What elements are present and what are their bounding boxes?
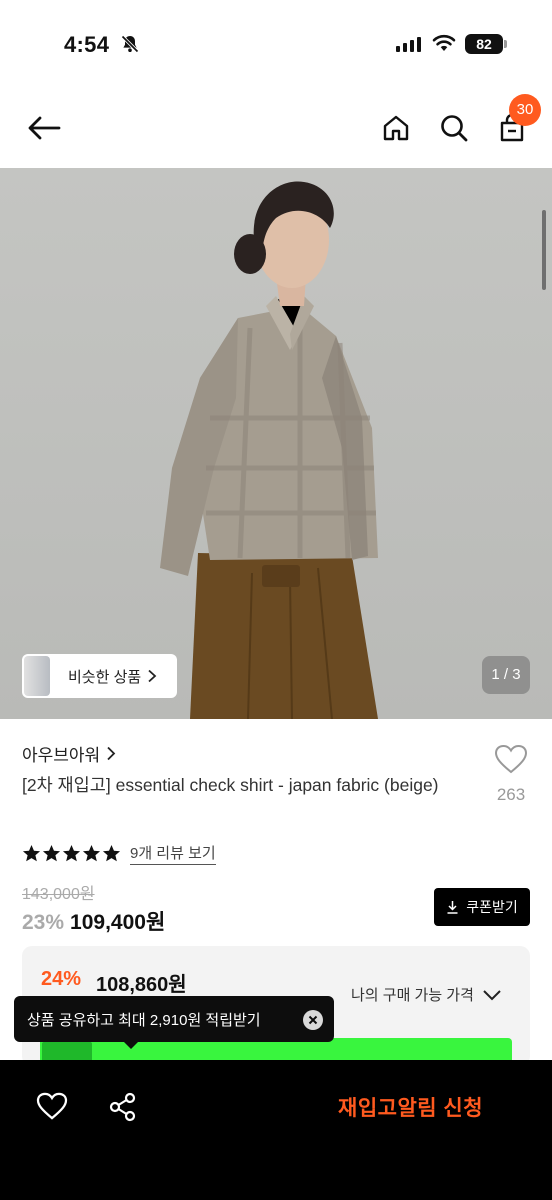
chevron-right-icon (148, 669, 157, 683)
star-icon (42, 844, 61, 862)
product-photo (160, 181, 378, 719)
bottom-action-bar: 재입고알림 신청 (0, 1060, 552, 1200)
image-scrollbar[interactable] (542, 210, 546, 290)
image-counter: 1 / 3 (482, 656, 530, 694)
chevron-down-icon (483, 989, 501, 1000)
share-icon (109, 1092, 136, 1122)
signal-icon (396, 36, 421, 52)
status-bar: 4:54 82 (0, 0, 552, 90)
star-icon (62, 844, 81, 862)
nav-header (0, 90, 552, 168)
cart-count-badge: 30 (509, 94, 541, 126)
brand-name: 아우브아워 (22, 746, 101, 765)
my-price-value: 108,860원 (96, 974, 187, 996)
home-button[interactable] (376, 108, 416, 148)
star-icon (82, 844, 101, 862)
back-button[interactable] (24, 108, 64, 148)
price-row: 23% 109,400원 (22, 906, 165, 936)
back-arrow-icon (28, 116, 61, 140)
star-rating (22, 844, 121, 863)
coupon-label: 쿠폰받기 (466, 899, 518, 915)
product-image[interactable]: 비슷한 상품 1 / 3 (0, 168, 552, 719)
brand-link[interactable]: 아우브아워 (22, 741, 116, 766)
battery-indicator: 82 (465, 34, 507, 54)
restock-alert-button[interactable]: 재입고알림 신청 (338, 1092, 483, 1122)
original-price: 143,000원 (22, 886, 95, 903)
discount-rate: 23% (22, 911, 65, 934)
similar-product-thumbnail (24, 656, 50, 696)
my-price-toggle[interactable]: 나의 구매 가능 가격 (351, 984, 502, 1005)
toast-close-button[interactable] (303, 1010, 323, 1030)
chevron-right-icon (107, 746, 116, 761)
my-price-rate: 24% (41, 968, 82, 990)
heart-icon (494, 744, 528, 774)
similar-products-label: 비슷한 상품 (68, 668, 142, 686)
home-icon (383, 115, 409, 141)
toast-message: 상품 공유하고 최대 2,910원 적립받기 (27, 1011, 261, 1029)
search-button[interactable] (434, 108, 474, 148)
like-count: 263 (496, 785, 526, 804)
star-icon (102, 844, 121, 862)
share-reward-toast: 상품 공유하고 최대 2,910원 적립받기 (14, 996, 334, 1049)
search-icon (441, 115, 468, 142)
wifi-icon (432, 34, 456, 57)
sale-price: 109,400원 (70, 911, 166, 934)
bell-off-icon (120, 34, 140, 59)
coupon-button[interactable]: 쿠폰받기 (434, 888, 530, 926)
rating-row: 9개 리뷰 보기 (22, 842, 216, 865)
heart-icon (36, 1092, 68, 1120)
similar-products-button[interactable]: 비슷한 상품 (22, 654, 177, 698)
my-price-toggle-label: 나의 구매 가능 가격 (351, 987, 474, 1004)
download-icon (447, 901, 458, 914)
share-button[interactable] (108, 1092, 138, 1127)
like-button[interactable]: 263 (488, 744, 534, 805)
product-title: [2차 재입고] essential check shirt - japan f… (22, 775, 439, 795)
star-icon (22, 844, 41, 862)
close-icon (308, 1015, 318, 1025)
review-link[interactable]: 9개 리뷰 보기 (130, 842, 216, 865)
bottom-like-button[interactable] (36, 1092, 68, 1125)
status-time: 4:54 (64, 32, 110, 57)
